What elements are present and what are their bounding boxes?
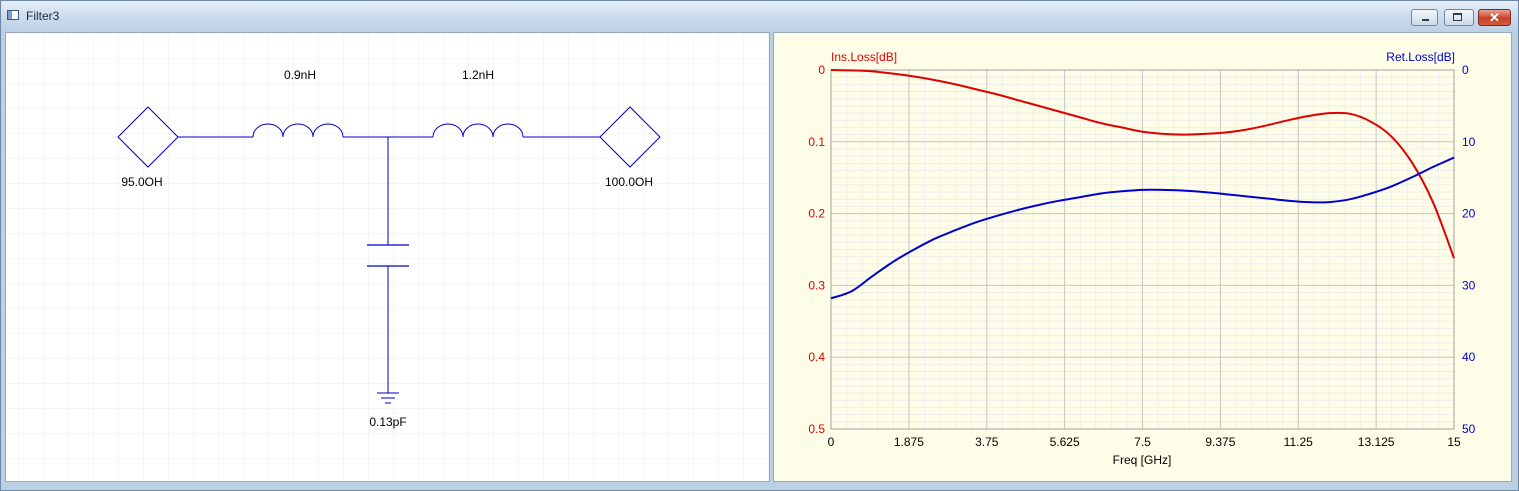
x-tick-label: 13.125	[1358, 435, 1395, 449]
close-icon: ✕	[1489, 10, 1500, 25]
schematic-panel[interactable]: 0.9nH 1.2nH 95.0OH 100.0OH 0.13pF	[5, 32, 770, 482]
load-port-label: 100.0OH	[605, 175, 653, 189]
maximize-icon	[1453, 13, 1462, 21]
response-chart[interactable]: Ins.Loss[dB] Ret.Loss[dB] Freq [GHz] 0 1.…	[774, 33, 1511, 481]
ret-loss-tick-label: 30	[1462, 278, 1476, 292]
window-bottom-edge	[1, 484, 1518, 490]
x-tick-label: 9.375	[1205, 435, 1235, 449]
title-bar[interactable]: Filter3 ✕	[1, 1, 1518, 31]
ins-loss-tick-label: 0.5	[808, 422, 825, 436]
x-tick-label: 7.5	[1134, 435, 1151, 449]
ins-loss-axis-label: Ins.Loss[dB]	[831, 50, 897, 64]
ret-loss-tick-label: 0	[1462, 63, 1469, 77]
ins-loss-tick-label: 0.1	[808, 135, 825, 149]
ret-loss-tick-label: 20	[1462, 207, 1476, 221]
window-icon[interactable]	[7, 10, 19, 20]
inductor-l2-label: 1.2nH	[462, 68, 494, 82]
x-tick-label: 5.625	[1050, 435, 1080, 449]
schematic-canvas[interactable]: 0.9nH 1.2nH 95.0OH 100.0OH 0.13pF	[6, 33, 769, 481]
app-window: Filter3 ✕ 0.9nH 1.2nH 95.0OH 100.0OH 0.1…	[0, 0, 1519, 491]
source-port-label: 95.0OH	[121, 175, 162, 189]
ret-loss-tick-label: 40	[1462, 350, 1476, 364]
schematic-grid	[6, 33, 769, 481]
response-chart-panel[interactable]: Ins.Loss[dB] Ret.Loss[dB] Freq [GHz] 0 1.…	[773, 32, 1512, 482]
ins-loss-tick-label: 0.4	[808, 350, 825, 364]
ins-loss-tick-label: 0	[818, 63, 825, 77]
minimize-button[interactable]	[1411, 9, 1438, 26]
x-axis-label: Freq [GHz]	[1113, 453, 1172, 467]
ins-loss-tick-label: 0.3	[808, 278, 825, 292]
ins-loss-tick-label: 0.2	[808, 207, 825, 221]
x-tick-label: 1.875	[894, 435, 924, 449]
x-tick-label: 3.75	[975, 435, 999, 449]
capacitor-c1-label: 0.13pF	[369, 415, 406, 429]
ret-loss-axis-label: Ret.Loss[dB]	[1386, 50, 1455, 64]
maximize-button[interactable]	[1444, 9, 1474, 26]
minimize-icon	[1422, 19, 1429, 21]
close-button[interactable]: ✕	[1478, 9, 1511, 26]
window-title: Filter3	[26, 9, 60, 23]
ret-loss-tick-label: 50	[1462, 422, 1476, 436]
x-tick-label: 15	[1447, 435, 1461, 449]
chart-grid	[830, 69, 1455, 430]
ret-loss-tick-label: 10	[1462, 135, 1476, 149]
x-tick-label: 0	[828, 435, 835, 449]
inductor-l1-label: 0.9nH	[284, 68, 316, 82]
x-tick-label: 11.25	[1284, 435, 1313, 449]
